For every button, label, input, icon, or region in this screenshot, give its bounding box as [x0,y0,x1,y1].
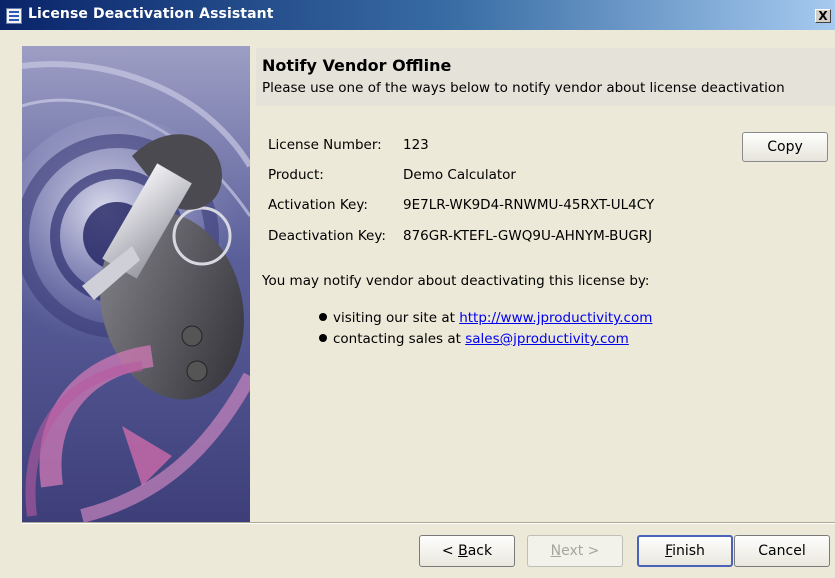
site-prefix: visiting our site at [333,310,455,326]
finish-button-rest: inish [672,543,705,559]
bullet-icon [319,334,327,342]
title-bar[interactable]: License Deactivation Assistant X [0,0,835,30]
back-button-prefix: < [441,543,459,559]
back-button-mnemonic: B [458,543,468,559]
cancel-button[interactable]: Cancel [734,535,830,567]
wizard-side-image [22,46,250,522]
close-button[interactable]: X [815,9,831,23]
product-label: Product: [268,167,324,183]
next-button-mnemonic: N [550,543,562,559]
deactivation-key-value: 876GR-KTEFL-GWQ9U-AHNYM-BUGRJ [403,228,653,244]
sales-prefix: contacting sales at [333,331,461,347]
notify-instructions: You may notify vendor about deactivating… [262,273,650,289]
list-item: visiting our site at http://www.jproduct… [319,310,652,326]
bullet-icon [319,313,327,321]
list-item: contacting sales at sales@jproductivity.… [319,331,629,347]
activation-key-value: 9E7LR-WK9D4-RNWMU-45RXT-UL4CY [403,197,655,213]
footer-divider [22,522,835,524]
window-title: License Deactivation Assistant [28,6,274,22]
activation-key-label: Activation Key: [268,197,368,213]
back-button[interactable]: < Back [419,535,515,567]
sales-email-link[interactable]: sales@jproductivity.com [465,331,629,347]
deactivation-key-label: Deactivation Key: [268,228,386,244]
product-value: Demo Calculator [403,167,516,183]
license-number-value: 123 [403,137,429,153]
copy-button[interactable]: Copy [742,132,828,162]
back-button-rest: ack [467,543,493,559]
next-button-rest: ext > [561,543,600,559]
page-title: Notify Vendor Offline [262,56,452,75]
page-subtitle: Please use one of the ways below to noti… [262,80,785,96]
license-number-label: License Number: [268,137,382,153]
key-illustration [22,46,250,522]
next-button[interactable]: Next > [527,535,623,567]
finish-button[interactable]: Finish [637,535,733,567]
license-deactivation-window: License Deactivation Assistant X Notify … [0,0,835,578]
website-link[interactable]: http://www.jproductivity.com [459,310,652,326]
app-window-icon [6,8,22,24]
